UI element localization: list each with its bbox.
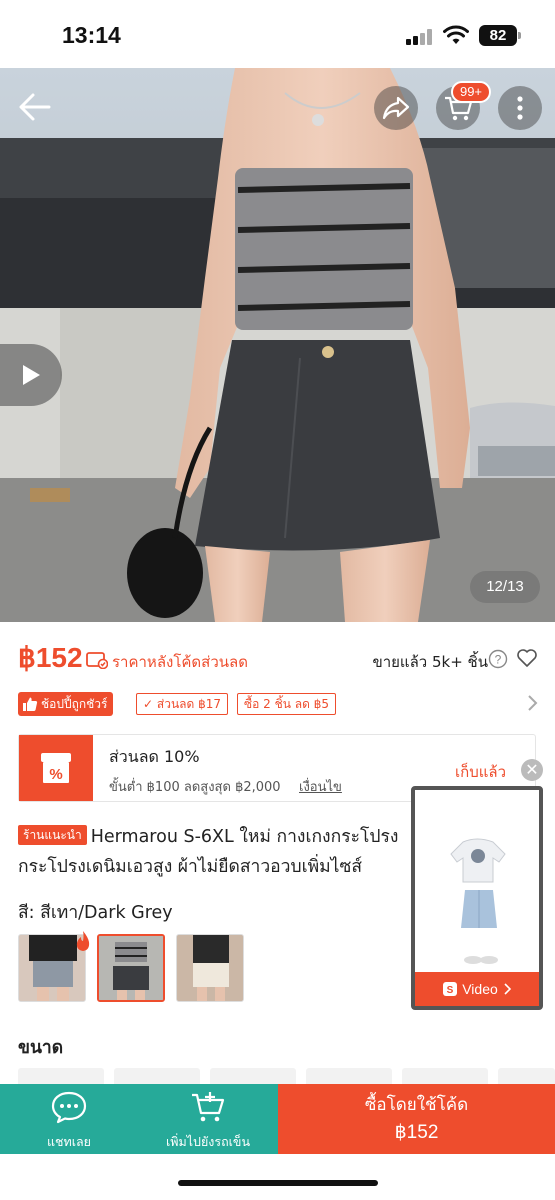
more-icon bbox=[517, 96, 523, 120]
chevron-right-icon bbox=[528, 695, 538, 711]
buy-with-code-button[interactable]: ซื้อโดยใช้โค้ด ฿152 bbox=[278, 1084, 555, 1154]
voucher-conditions-link[interactable]: เงื่อนไข bbox=[299, 776, 342, 797]
selected-color-label: สี: สีเทา/Dark Grey bbox=[18, 903, 173, 923]
status-bar: 13:14 82 bbox=[0, 0, 555, 68]
product-photo bbox=[0, 68, 555, 622]
image-page-counter: 12/13 bbox=[470, 571, 540, 603]
swatch-photo bbox=[177, 935, 243, 1001]
close-icon: ✕ bbox=[525, 760, 539, 779]
sold-count: ขายแล้ว 5k+ ชิ้น bbox=[372, 653, 488, 671]
guaranteed-badge: ช้อปปี้ถูกชัวร์ bbox=[18, 692, 114, 716]
bundle-badge: ซื้อ 2 ชิ้น ลด ฿5 bbox=[237, 693, 337, 715]
video-label: Video bbox=[462, 981, 498, 997]
thumbs-up-icon bbox=[23, 697, 38, 711]
product-title-line-2: กระโปรงเดนิมเอวสูง ผ้าไม่ยืดสาวอวบเพิ่มไ… bbox=[18, 857, 363, 877]
voucher-tag-icon bbox=[86, 652, 108, 669]
more-options-button[interactable] bbox=[498, 86, 542, 130]
svg-text:%: % bbox=[49, 766, 62, 783]
status-time: 13:14 bbox=[62, 22, 121, 48]
hot-flame-icon bbox=[76, 931, 90, 951]
back-button[interactable] bbox=[12, 85, 56, 129]
add-cart-icon bbox=[192, 1092, 225, 1122]
color-swatch-3[interactable] bbox=[176, 934, 244, 1002]
product-price: ฿152 bbox=[18, 642, 83, 673]
discount-badge-label: ส่วนลด ฿17 bbox=[156, 697, 222, 711]
play-video-button[interactable] bbox=[0, 344, 62, 406]
floating-video-player[interactable]: S Video bbox=[411, 786, 543, 1010]
back-arrow-icon bbox=[19, 93, 51, 121]
voucher-icon-panel: % bbox=[19, 735, 93, 801]
guaranteed-badge-label: ช้อปปี้ถูกชัวร์ bbox=[41, 697, 108, 711]
product-title-line-1: Hermarou S-6XL ใหม่ กางเกงกระโปรง bbox=[90, 827, 399, 847]
recommended-shop-badge: ร้านแนะนำ bbox=[18, 825, 87, 845]
add-to-cart-label: เพิ่มไปยังรถเข็น bbox=[165, 1134, 251, 1149]
discount-badge: ✓ ส่วนลด ฿17 bbox=[136, 693, 229, 715]
close-video-button[interactable]: ✕ bbox=[521, 759, 543, 781]
heart-icon[interactable] bbox=[516, 648, 538, 668]
svg-text:S: S bbox=[447, 985, 454, 996]
signal-icon bbox=[406, 29, 434, 45]
svg-text:?: ? bbox=[495, 653, 502, 667]
chat-button-label: แชทเลย bbox=[46, 1134, 92, 1149]
store-percent-icon: % bbox=[41, 753, 71, 783]
home-indicator[interactable] bbox=[178, 1180, 378, 1186]
buy-with-code-label: ซื้อโดยใช้โค้ด bbox=[364, 1095, 469, 1115]
color-swatch-2-selected[interactable] bbox=[97, 934, 165, 1002]
price-note: ราคาหลังโค้ดส่วนลด bbox=[112, 653, 248, 671]
product-image-gallery[interactable]: 99+ 12/13 bbox=[0, 68, 555, 622]
swatch-photo bbox=[99, 936, 163, 1000]
play-icon bbox=[23, 365, 40, 385]
battery-icon: 82 bbox=[479, 25, 521, 46]
help-icon[interactable]: ? bbox=[488, 649, 508, 669]
add-to-cart-button[interactable]: เพิ่มไปยังรถเข็น bbox=[138, 1084, 278, 1154]
video-bar: S Video bbox=[415, 972, 539, 1006]
bottom-action-bar: แชทเลย เพิ่มไปยังรถเข็น ซื้อโดยใช้โค้ด ฿… bbox=[0, 1084, 555, 1154]
chat-button[interactable]: แชทเลย bbox=[0, 1084, 138, 1154]
chat-icon bbox=[51, 1091, 87, 1124]
share-icon bbox=[382, 96, 410, 120]
voucher-subtitle: ขั้นต่ำ ฿100 ลดสูงสุด ฿2,000 bbox=[109, 780, 281, 795]
size-label: ขนาด bbox=[18, 1038, 64, 1058]
chevron-right-icon bbox=[504, 983, 511, 995]
buy-price: ฿152 bbox=[394, 1122, 439, 1143]
voucher-collected-label: เก็บแล้ว bbox=[455, 763, 507, 781]
video-thumbnail bbox=[415, 790, 539, 972]
promo-badges-row[interactable]: ช้อปปี้ถูกชัวร์ ✓ ส่วนลด ฿17 ซื้อ 2 ชิ้น… bbox=[18, 692, 538, 716]
price-row: ฿152 ราคาหลังโค้ดส่วนลด ขายแล้ว 5k+ ชิ้น… bbox=[18, 641, 538, 677]
product-title: ร้านแนะนำ Hermarou S-6XL ใหม่ กางเกงกระโป… bbox=[18, 822, 418, 882]
voucher-title: ส่วนลด 10% bbox=[109, 747, 200, 766]
shopee-video-icon: S bbox=[443, 982, 458, 996]
cart-count-badge: 99+ bbox=[451, 81, 491, 103]
share-button[interactable] bbox=[374, 86, 418, 130]
wifi-icon bbox=[443, 25, 469, 44]
